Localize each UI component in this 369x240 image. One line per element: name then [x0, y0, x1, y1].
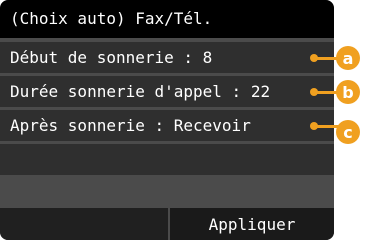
title-bar: (Choix auto) Fax/Tél. [0, 0, 334, 38]
screen-title: (Choix auto) Fax/Tél. [10, 9, 213, 28]
bottom-bar-blank [0, 208, 168, 240]
apply-button[interactable]: Appliquer [170, 208, 334, 240]
setting-label: Durée sonnerie d'appel : 22 [10, 82, 271, 101]
setting-label: Après sonnerie : Recevoir [10, 116, 251, 135]
callout-marker-a: a [336, 46, 360, 70]
device-screen: (Choix auto) Fax/Tél. Début de sonnerie … [0, 0, 334, 240]
settings-list: Début de sonnerie : 8 Durée sonnerie d'a… [0, 42, 334, 178]
setting-label: Début de sonnerie : 8 [10, 48, 213, 67]
setting-ring-duration[interactable]: Durée sonnerie d'appel : 22 [0, 76, 334, 107]
callout-marker-b: b [336, 80, 360, 104]
callout-marker-c: c [336, 120, 360, 144]
setting-ring-start[interactable]: Début de sonnerie : 8 [0, 42, 334, 73]
empty-row [0, 144, 334, 175]
setting-after-ring[interactable]: Après sonnerie : Recevoir [0, 110, 334, 141]
bottom-bar: Appliquer [0, 208, 334, 240]
